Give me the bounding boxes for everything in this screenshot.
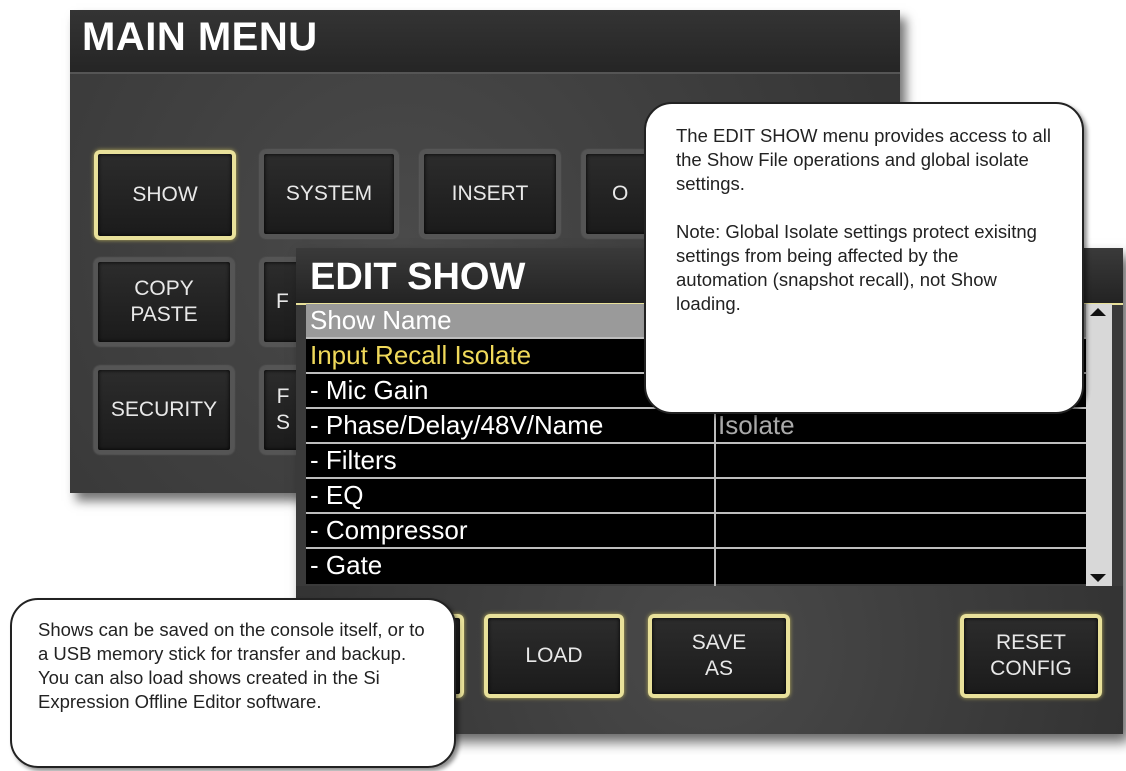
callout-save-info: Shows can be saved on the console itself… [10, 598, 456, 768]
row-label: - Mic Gain [310, 375, 429, 405]
edit-show-title: EDIT SHOW [310, 256, 526, 298]
copy-paste-button[interactable]: COPY PASTE [94, 258, 234, 346]
row-label: - EQ [310, 480, 364, 510]
show-button[interactable]: SHOW [94, 150, 236, 240]
row-label: Input Recall Isolate [310, 340, 532, 370]
row-value: Isolate [718, 410, 795, 440]
column-divider [714, 414, 716, 594]
row-label: - Filters [310, 445, 397, 475]
list-scrollbar[interactable] [1086, 304, 1112, 586]
scroll-down-arrow-icon[interactable] [1090, 574, 1106, 582]
main-menu-title: MAIN MENU [82, 15, 318, 59]
callout-save-text: Shows can be saved on the console itself… [38, 619, 425, 712]
scroll-up-arrow-icon[interactable] [1090, 308, 1106, 316]
callout-paragraph-1: The EDIT SHOW menu provides access to al… [676, 125, 1051, 194]
row-gate[interactable]: - Gate [306, 549, 1086, 584]
callout-paragraph-2: Note: Global Isolate settings protect ex… [676, 221, 1037, 314]
row-compressor[interactable]: - Compressor [306, 514, 1086, 549]
save-as-button[interactable]: SAVE AS [648, 614, 790, 698]
callout-edit-show-info: The EDIT SHOW menu provides access to al… [644, 102, 1084, 414]
reset-config-button[interactable]: RESET CONFIG [960, 614, 1102, 698]
load-button[interactable]: LOAD [484, 614, 624, 698]
row-filters[interactable]: - Filters [306, 444, 1086, 479]
row-phase-delay[interactable]: - Phase/Delay/48V/Name Isolate [306, 409, 1086, 444]
system-button[interactable]: SYSTEM [260, 150, 398, 238]
insert-button[interactable]: INSERT [420, 150, 560, 238]
row-label: - Phase/Delay/48V/Name [310, 410, 604, 440]
row-label: - Compressor [310, 515, 468, 545]
security-button[interactable]: SECURITY [94, 366, 234, 454]
main-menu-titlebar: MAIN MENU [70, 10, 900, 74]
row-label: - Gate [310, 550, 383, 580]
row-eq[interactable]: - EQ [306, 479, 1086, 514]
row-label: Show Name [310, 305, 452, 335]
